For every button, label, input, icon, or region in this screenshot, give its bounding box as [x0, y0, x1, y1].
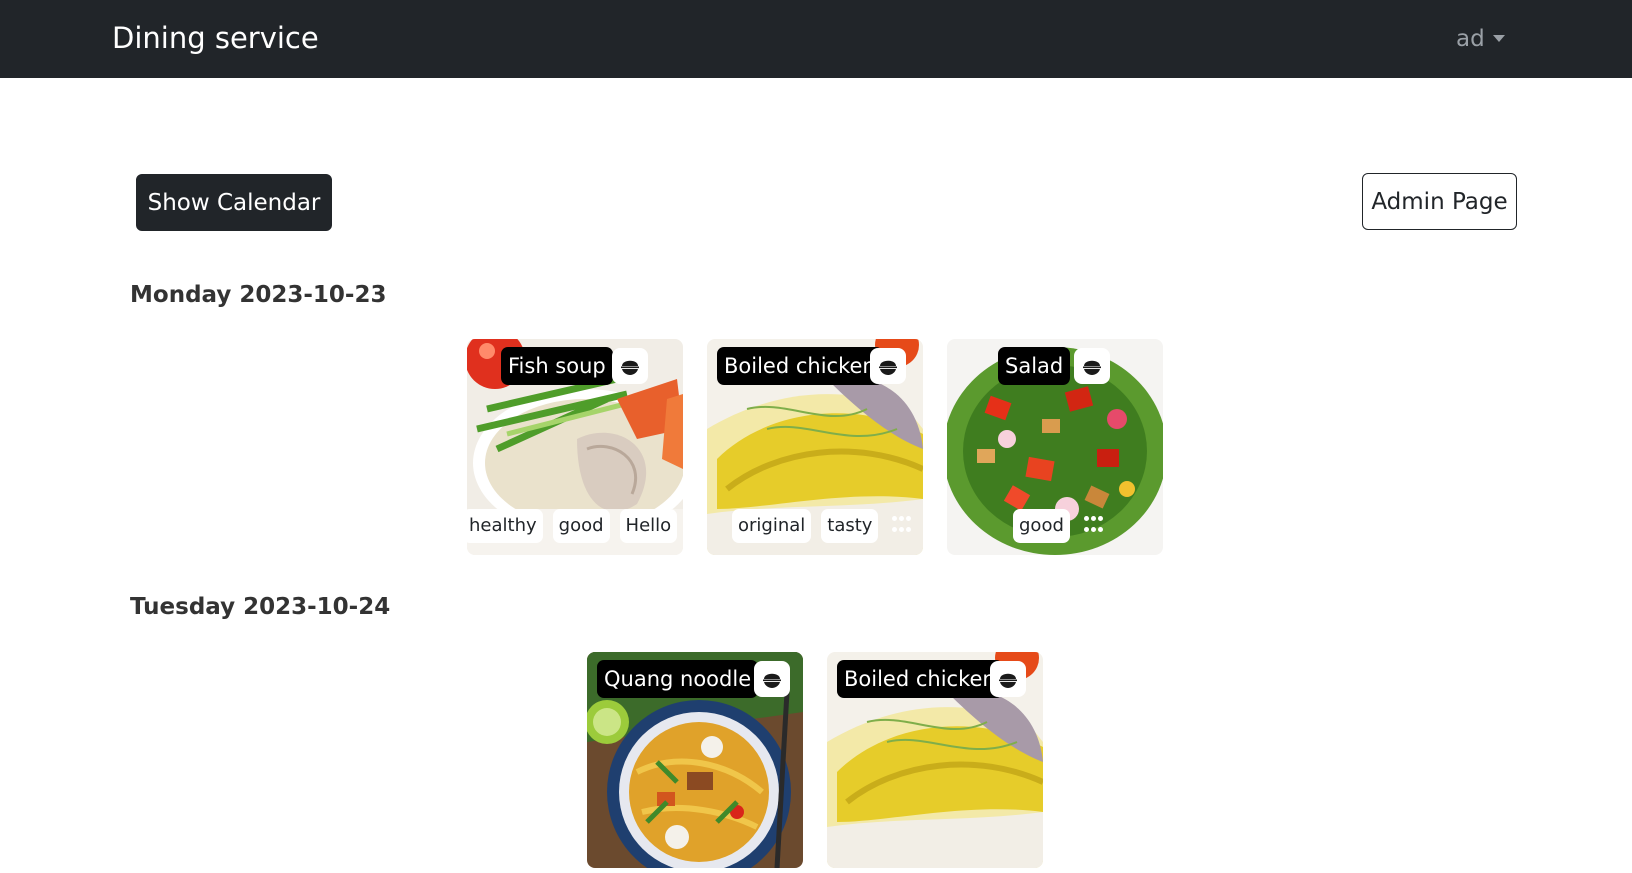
user-name: ad: [1456, 26, 1485, 52]
bowl-icon[interactable]: [1074, 348, 1110, 384]
top-navbar: Dining service ad: [0, 0, 1632, 78]
meal-title: Salad: [998, 347, 1071, 385]
chevron-down-icon: [1492, 34, 1505, 42]
bowl-icon[interactable]: [990, 661, 1026, 697]
bowl-icon[interactable]: [754, 661, 790, 697]
admin-page-button[interactable]: Admin Page: [1362, 173, 1517, 230]
day-heading-monday: Monday 2023-10-23: [130, 282, 387, 308]
more-tags-icon[interactable]: [892, 516, 912, 536]
tag-list: original tasty: [732, 509, 912, 543]
meal-title: Boiled chicken: [717, 347, 883, 385]
meal-title: Boiled chicken: [837, 660, 1003, 698]
tag-chip[interactable]: Hello: [619, 509, 678, 543]
tag-chip[interactable]: good: [552, 509, 610, 543]
tag-chip[interactable]: good: [1013, 509, 1070, 543]
tag-chip[interactable]: tasty: [821, 509, 879, 543]
day-heading-tuesday: Tuesday 2023-10-24: [130, 594, 391, 620]
bowl-icon[interactable]: [612, 348, 648, 384]
meal-title: Quang noodle: [597, 660, 759, 698]
tag-chip[interactable]: healthy: [467, 509, 543, 543]
meal-card-quang-noodle[interactable]: Quang noodle: [587, 652, 803, 868]
tag-list: healthy good Hello: [467, 509, 683, 543]
tag-chip[interactable]: original: [732, 509, 812, 543]
show-calendar-button[interactable]: Show Calendar: [136, 174, 332, 231]
meal-card-salad[interactable]: Salad good: [947, 339, 1163, 555]
meal-title: Fish soup: [501, 347, 613, 385]
more-tags-icon[interactable]: [1083, 516, 1104, 536]
meal-card-fish-soup[interactable]: Fish soup healthy good Hello: [467, 339, 683, 555]
tag-list: good: [1013, 509, 1104, 543]
brand-title[interactable]: Dining service: [112, 18, 319, 58]
meal-card-boiled-chicken[interactable]: Boiled chicken: [827, 652, 1043, 868]
user-dropdown[interactable]: ad: [1456, 22, 1505, 56]
bowl-icon[interactable]: [870, 348, 906, 384]
meal-card-boiled-chicken[interactable]: Boiled chicken original tasty: [707, 339, 923, 555]
